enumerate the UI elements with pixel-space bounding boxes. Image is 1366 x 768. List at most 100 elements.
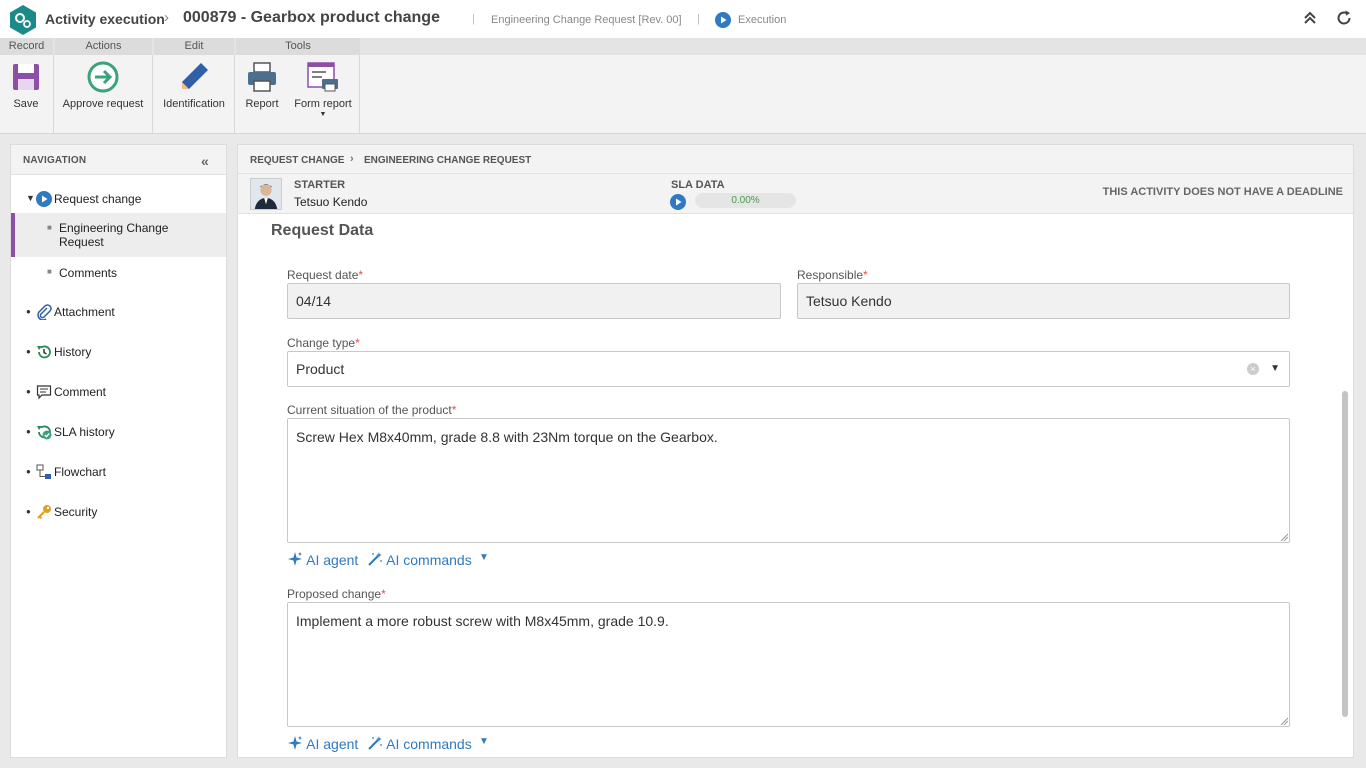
nav-item-label: SLA history (54, 425, 115, 439)
nav-item-security[interactable]: ● Security (11, 503, 226, 523)
ribbon-divider (53, 55, 54, 133)
record-title: 000879 - Gearbox product change (183, 9, 440, 26)
approve-request-button[interactable]: Approve request (58, 60, 148, 110)
form-report-icon (307, 62, 338, 92)
key-icon (37, 505, 51, 520)
nav-item-history[interactable]: ● History (11, 343, 226, 363)
ai-commands-button[interactable]: AI commands (367, 551, 472, 568)
request-date-label: Request date* (287, 268, 364, 282)
refresh-icon[interactable] (1335, 9, 1353, 27)
app-logo-icon (10, 5, 36, 35)
responsible-field[interactable]: Tetsuo Kendo (797, 283, 1290, 319)
chevron-down-icon[interactable]: ▼ (1270, 352, 1280, 386)
collapse-panel-icon[interactable]: « (201, 153, 209, 169)
sla-progress-bar: 0.00% (695, 193, 796, 208)
nav-item-label: Comment (54, 385, 107, 399)
nav-item-label: History (54, 345, 92, 359)
change-type-label: Change type* (287, 336, 360, 350)
arrow-right-circle-icon (87, 61, 119, 93)
ai-commands-button[interactable]: AI commands (367, 735, 472, 752)
list-bullet: ● (26, 427, 31, 436)
approve-request-label: Approve request (62, 98, 144, 110)
nav-item-label: Attachment (54, 305, 115, 319)
flowchart-icon (36, 464, 51, 479)
current-situation-label: Current situation of the product* (287, 403, 457, 417)
list-bullet: ● (26, 347, 31, 356)
nav-item-flowchart[interactable]: ● Flowchart (11, 463, 226, 483)
deadline-status: THIS ACTIVITY DOES NOT HAVE A DEADLINE (1102, 186, 1343, 198)
proposed-change-label: Proposed change* (287, 587, 386, 601)
ai-agent-label: AI agent (306, 552, 359, 568)
execution-status: Execution (738, 14, 787, 26)
sparkle-icon (288, 736, 302, 750)
ai-commands-label: AI commands (386, 552, 472, 568)
form-report-button[interactable]: Form report ▼ (290, 60, 356, 118)
form-name: Engineering Change Request [Rev. 00] (491, 14, 682, 26)
ribbon-divider (359, 55, 360, 133)
resize-grip-icon[interactable] (1280, 717, 1288, 725)
breadcrumb-engineering-change-request: ENGINEERING CHANGE REQUEST (364, 155, 532, 166)
list-bullet: ● (26, 507, 31, 516)
expand-caret-icon[interactable]: ▼ (26, 193, 35, 203)
resize-grip-icon[interactable] (1280, 533, 1288, 541)
collapse-header-icon[interactable] (1301, 9, 1319, 27)
title-bar: Activity execution › 000879 - Gearbox pr… (0, 0, 1366, 38)
nav-item-attachment[interactable]: ● Attachment (11, 303, 226, 323)
execution-status-icon (715, 12, 731, 28)
ribbon-divider (234, 55, 235, 133)
save-button[interactable]: Save (6, 60, 46, 110)
ai-agent-button[interactable]: AI agent (287, 735, 358, 752)
proposed-change-value: Implement a more robust screw with M8x45… (296, 613, 669, 629)
breadcrumb-request-change[interactable]: REQUEST CHANGE (250, 155, 344, 166)
nav-item-comments[interactable]: ■ Comments (11, 263, 226, 283)
nav-item-label: Security (54, 505, 98, 519)
change-type-select[interactable]: Product × ▼ (287, 351, 1290, 387)
navigation-title: NAVIGATION (23, 155, 87, 166)
chevron-down-icon[interactable]: ▼ (479, 552, 489, 563)
form-report-label: Form report (294, 98, 352, 110)
nav-item-request-change[interactable]: ▼ Request change (11, 190, 226, 210)
ribbon-toolbar: Record Actions Edit Tools Save Approve r… (0, 38, 1366, 134)
main-panel: REQUEST CHANGE › ENGINEERING CHANGE REQU… (237, 144, 1354, 758)
report-button[interactable]: Report (240, 60, 284, 110)
ribbon-group-record: Record (0, 38, 53, 55)
sparkle-icon (288, 552, 302, 566)
starter-name: Tetsuo Kendo (294, 195, 368, 209)
comment-icon (36, 385, 52, 400)
ai-agent-button[interactable]: AI agent (287, 551, 358, 568)
scrollbar-thumb[interactable] (1342, 391, 1348, 717)
breadcrumb-chevron-icon: › (350, 153, 354, 165)
nav-item-engineering-change-request[interactable]: ■ Engineering Change Request (11, 213, 226, 257)
floppy-disk-icon (13, 64, 39, 90)
ai-toolbar: AI agent AI commands ▼ (287, 551, 507, 571)
clear-selection-icon[interactable]: × (1247, 363, 1259, 375)
request-date-field[interactable]: 04/14 (287, 283, 781, 319)
save-button-label: Save (13, 98, 39, 110)
responsible-label: Responsible* (797, 268, 868, 282)
chevron-down-icon[interactable]: ▼ (479, 736, 489, 747)
dropdown-caret-icon[interactable]: ▼ (290, 111, 356, 118)
ribbon-group-tools: Tools (236, 38, 360, 55)
starter-label: STARTER (294, 179, 346, 191)
identification-button[interactable]: Identification (159, 60, 229, 110)
nav-item-comment[interactable]: ● Comment (11, 383, 226, 403)
list-bullet: ● (26, 467, 31, 476)
section-title: Request Data (271, 222, 374, 239)
form-scroll-area[interactable]: Request Data Request date* 04/14 Respons… (238, 214, 1353, 757)
nav-item-sla-history[interactable]: ● SLA history (11, 423, 226, 443)
ai-toolbar: AI agent AI commands ▼ (287, 735, 507, 755)
identification-label: Identification (163, 98, 225, 110)
change-type-value: Product (296, 361, 345, 377)
ai-agent-label: AI agent (306, 736, 359, 752)
title-divider: | (472, 13, 475, 25)
sla-history-icon (37, 425, 52, 440)
app-title: Activity execution (45, 11, 165, 27)
title-divider: | (697, 13, 700, 25)
current-situation-textarea[interactable]: Screw Hex M8x40mm, grade 8.8 with 23Nm t… (287, 418, 1290, 543)
nav-item-label: Request change (54, 192, 142, 206)
magic-wand-icon (368, 736, 382, 750)
avatar (250, 178, 282, 210)
play-circle-icon (36, 191, 52, 207)
proposed-change-textarea[interactable]: Implement a more robust screw with M8x45… (287, 602, 1290, 727)
sla-label: SLA DATA (671, 179, 725, 191)
